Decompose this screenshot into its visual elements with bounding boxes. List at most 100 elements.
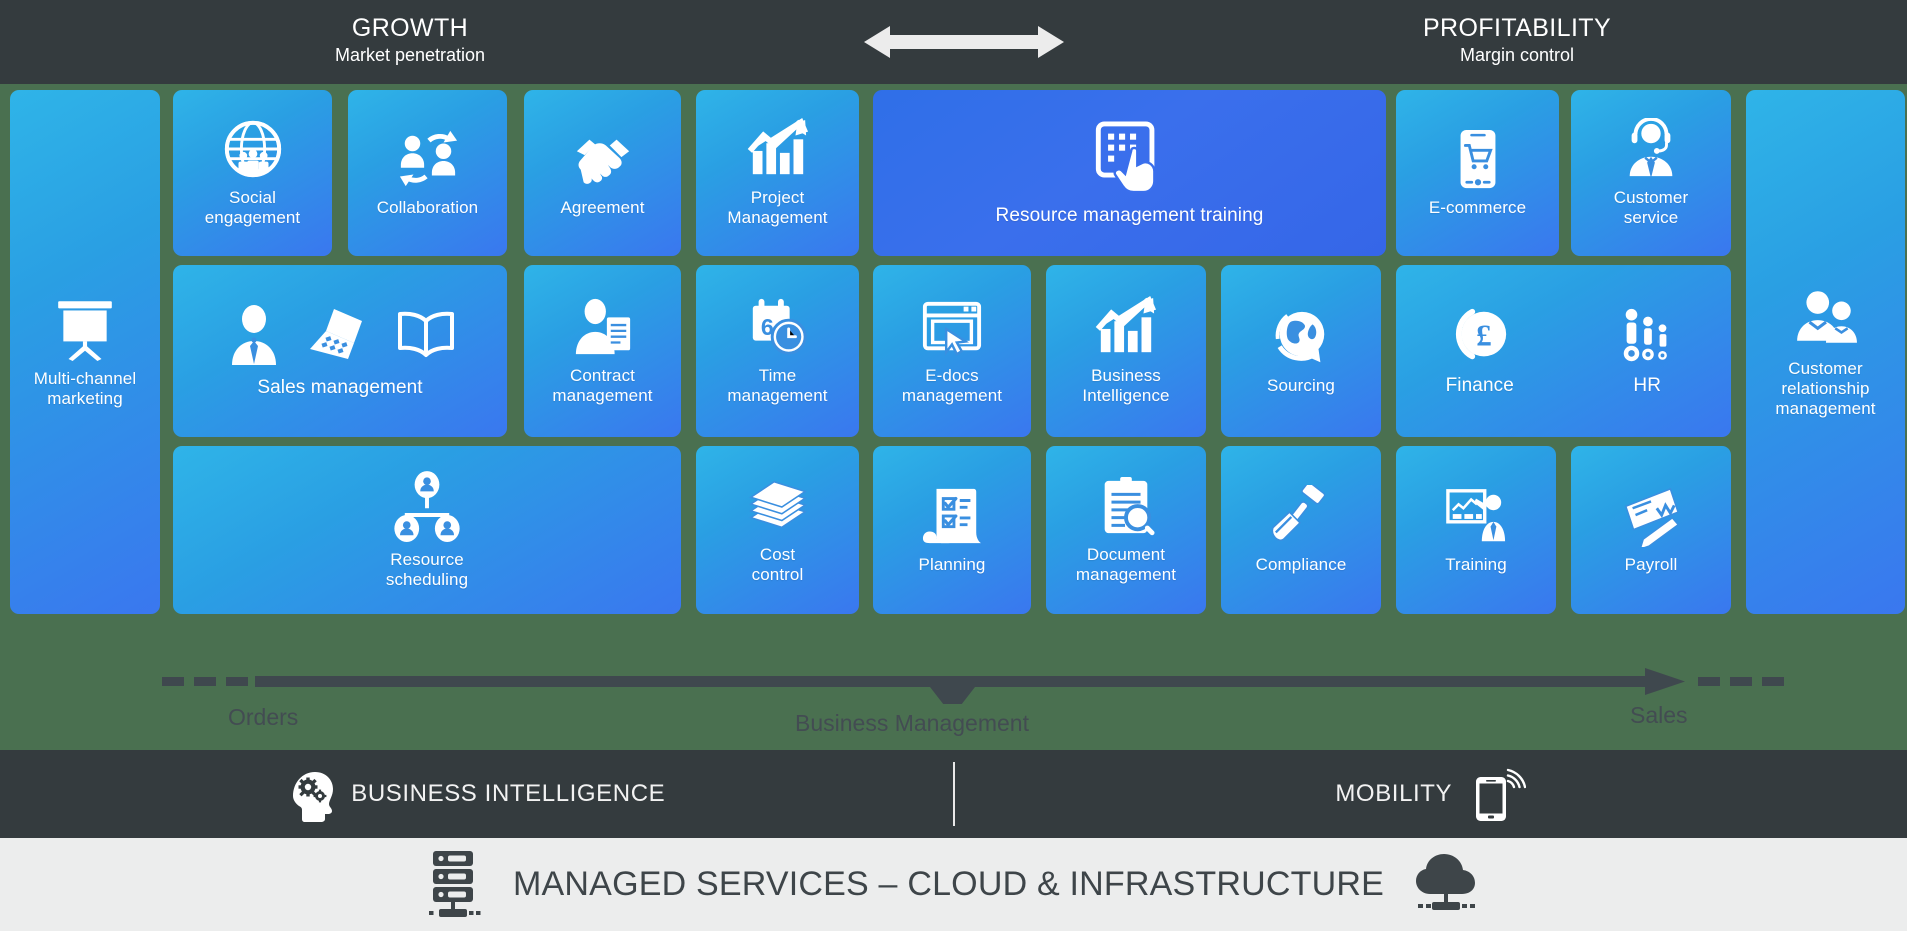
tile-finance-hr-part-2[interactable]: HR: [1564, 265, 1732, 437]
tile-contract-management[interactable]: Contract management: [524, 265, 681, 437]
mobile-cart-icon: [1447, 128, 1509, 190]
header-profitability-title: PROFITABILITY: [1422, 14, 1612, 43]
tile-label: HR: [1633, 374, 1662, 396]
tile-planning[interactable]: Planning: [873, 446, 1031, 614]
person-tie-icon: [222, 303, 286, 367]
two-people-icon: [1793, 285, 1859, 351]
open-book-icon: [394, 303, 458, 367]
mobile-signal-icon: [1470, 765, 1527, 823]
headset-agent-icon: [1620, 118, 1682, 180]
business-intelligence-section[interactable]: BUSINESS INTELLIGENCE: [0, 766, 953, 822]
tile-customer-relationship-management[interactable]: Customer relationship management: [1746, 90, 1905, 614]
tile-finance-hr-part-1[interactable]: £ Finance: [1396, 265, 1564, 437]
tile-label: Planning: [918, 555, 986, 575]
growth-chart-arrow-icon: [747, 118, 809, 180]
tile-cost-control[interactable]: Cost control: [696, 446, 859, 614]
header-growth-subtitle: Market penetration: [334, 45, 486, 66]
tile-label: Customer relationship management: [1775, 359, 1876, 418]
people-gears-icon: [1616, 305, 1678, 367]
org-chart-people-icon: [391, 470, 463, 543]
header-growth: GROWTH Market penetration: [130, 15, 690, 68]
tile-label: Customer service: [1613, 188, 1689, 227]
mobility-section[interactable]: MOBILITY: [955, 765, 1907, 823]
process-flow-arrow-icon: [162, 668, 1784, 704]
tile-label: Resource management training: [995, 204, 1264, 226]
projector-screen-icon: [52, 295, 118, 362]
globe-people-icon: [222, 118, 284, 180]
process-flow: Orders Business Management Sales: [0, 644, 1907, 750]
tile-compliance[interactable]: Compliance: [1221, 446, 1381, 614]
server-rack-icon: [425, 848, 487, 922]
tile-sales-management[interactable]: Sales management: [173, 265, 507, 437]
flow-label-orders: Orders: [228, 704, 299, 730]
clipboard-search-icon: [1095, 475, 1157, 537]
tile-label: Compliance: [1255, 555, 1347, 575]
tile-label: Project Management: [727, 188, 828, 227]
tile-project-management[interactable]: Project Management: [696, 90, 859, 256]
mobility-label: MOBILITY: [1335, 780, 1453, 807]
flow-label-business-management: Business Management: [795, 710, 1029, 736]
tile-resource-scheduling[interactable]: Resource scheduling: [173, 446, 681, 614]
header-bar: GROWTH Market penetration PROFITABILITY …: [0, 0, 1907, 84]
tablet-touch-icon: [1091, 119, 1169, 197]
calendar-clock-icon: 6: [747, 296, 809, 358]
header-profitability-subtitle: Margin control: [1459, 45, 1575, 66]
laptop-icon: [308, 303, 372, 367]
tile-training[interactable]: Training: [1396, 446, 1556, 614]
tile-label: Resource scheduling: [385, 550, 469, 589]
collaboration-cycle-icon: [397, 128, 459, 190]
managed-services-bar[interactable]: MANAGED SERVICES – CLOUD & INFRASTRUCTUR…: [0, 838, 1907, 931]
checklist-icon: [921, 485, 983, 547]
tile-label: Cost control: [751, 545, 804, 584]
flow-label-sales: Sales: [1630, 702, 1688, 728]
growth-chart-arrow-icon: [1095, 296, 1157, 358]
diagram-root: GROWTH Market penetration PROFITABILITY …: [0, 0, 1907, 931]
tile-label: E-commerce: [1428, 198, 1527, 218]
tile-finance-hr[interactable]: £ Finance HR: [1396, 265, 1731, 437]
tile-label: Sourcing: [1267, 376, 1335, 396]
pound-coin-icon: £: [1449, 305, 1511, 367]
managed-services-label: MANAGED SERVICES – CLOUD & INFRASTRUCTUR…: [513, 865, 1384, 903]
tile-sourcing[interactable]: Sourcing: [1221, 265, 1381, 437]
double-headed-arrow-icon: [844, 22, 1084, 62]
head-gears-icon: [287, 766, 334, 822]
globe-arrow-icon: [1270, 306, 1332, 368]
tile-business-intelligence-tile[interactable]: Business Intelligence: [1046, 265, 1206, 437]
person-document-icon: [572, 296, 634, 358]
tile-label: Social engagement: [204, 188, 301, 227]
tile-label: Collaboration: [376, 198, 479, 218]
whiteboard-presenter-icon: [1445, 485, 1507, 547]
tile-label: Finance: [1445, 374, 1514, 396]
tile-icon-row: [222, 303, 458, 367]
tile-document-management[interactable]: Document management: [1046, 446, 1206, 614]
handshake-icon: [572, 128, 634, 190]
cheque-pen-icon: [1620, 485, 1682, 548]
tile-resource-management-training[interactable]: Resource management training: [873, 90, 1386, 256]
tile-e-docs-management[interactable]: E-docs management: [873, 265, 1031, 437]
browser-cursor-icon: [921, 296, 983, 358]
tile-multi-channel-marketing[interactable]: Multi-channel marketing: [10, 90, 160, 614]
svg-text:£: £: [1476, 318, 1492, 353]
tile-agreement[interactable]: Agreement: [524, 90, 681, 256]
tile-label: Business Intelligence: [1082, 366, 1170, 405]
tile-e-commerce[interactable]: E-commerce: [1396, 90, 1559, 256]
business-intelligence-label: BUSINESS INTELLIGENCE: [351, 780, 666, 807]
tile-time-management[interactable]: 6 Time management: [696, 265, 859, 437]
money-stack-icon: [747, 475, 809, 537]
tile-label: Agreement: [560, 198, 645, 218]
tile-collaboration[interactable]: Collaboration: [348, 90, 507, 256]
tile-label: Training: [1445, 555, 1507, 575]
tile-customer-service[interactable]: Customer service: [1571, 90, 1731, 256]
header-profitability: PROFITABILITY Margin control: [1237, 15, 1797, 68]
gavel-book-icon: [1270, 485, 1332, 547]
tile-label: Sales management: [257, 376, 423, 398]
cloud-network-icon: [1410, 852, 1482, 918]
tile-label: Time management: [727, 366, 828, 405]
tile-label: Contract management: [552, 366, 653, 405]
tile-label: Payroll: [1624, 555, 1678, 575]
tile-payroll[interactable]: Payroll: [1571, 446, 1731, 614]
services-bar: BUSINESS INTELLIGENCE MOBILITY: [0, 750, 1907, 838]
tile-label: Document management: [1075, 545, 1177, 584]
tile-social-engagement[interactable]: Social engagement: [173, 90, 332, 256]
tile-label: E-docs management: [901, 366, 1003, 405]
